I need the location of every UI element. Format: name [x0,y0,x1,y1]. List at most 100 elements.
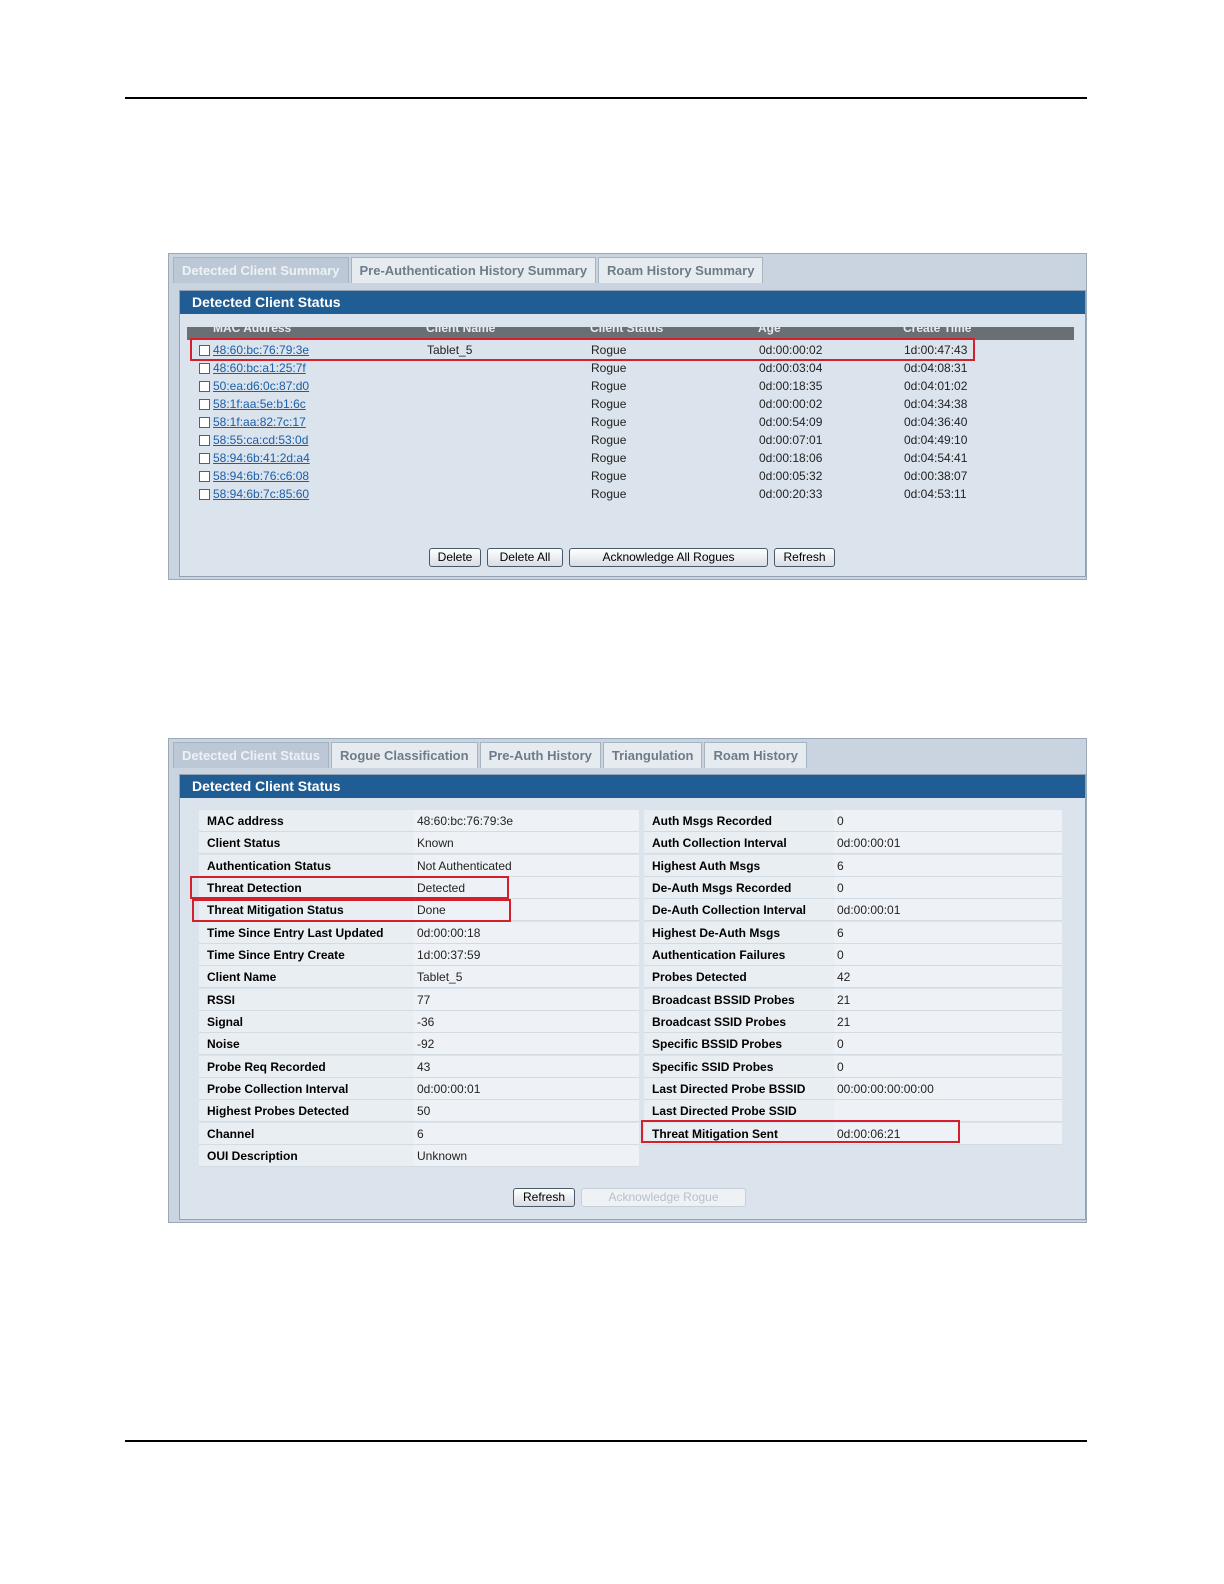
detail-row-specific-ssid-probes: Specific SSID Probes 0 [644,1056,1062,1078]
create-time-cell: 0d:04:36:40 [904,415,968,429]
detail-label: Broadcast SSID Probes [644,1011,834,1033]
detail-value: 6 [834,855,1062,877]
detail-value: 0 [834,1033,1062,1055]
detail-value [834,1100,1062,1122]
detail-row-time-since-entry-create: Time Since Entry Create 1d:00:37:59 [199,944,639,966]
row-checkbox[interactable] [199,453,210,464]
row-checkbox[interactable] [199,399,210,410]
detail-value: Not Authenticated [414,855,639,877]
detail-value: 50 [414,1100,639,1122]
detail-label: OUI Description [199,1145,414,1167]
create-time-cell: 0d:04:01:02 [904,379,968,393]
delete-all-button[interactable]: Delete All [487,548,563,567]
detail-label: Client Status [199,832,414,854]
tab-detected-client-summary[interactable]: Detected Client Summary [173,257,349,283]
detail-row-client-status: Client Status Known [199,832,639,854]
col-header-create-time: Create Time [903,327,972,335]
detail-label: Signal [199,1011,414,1033]
row-checkbox[interactable] [199,417,210,428]
col-header-mac: MAC Address [213,327,292,335]
detail-value: Known [414,832,639,854]
mac-link[interactable]: 58:55:ca:cd:53:0d [213,431,308,449]
tab-pre-authentication-history-summary[interactable]: Pre-Authentication History Summary [350,257,597,283]
highlight-first-row [190,338,975,361]
age-cell: 0d:00:05:32 [759,469,823,483]
detail-label: Broadcast BSSID Probes [644,989,834,1011]
tab-pre-auth-history[interactable]: Pre-Auth History [479,742,601,768]
acknowledge-all-rogues-button[interactable]: Acknowledge All Rogues [569,548,768,567]
tab-roam-history[interactable]: Roam History [704,742,808,768]
tab-roam-history-summary[interactable]: Roam History Summary [598,257,764,283]
detail-value: 0 [834,810,1062,832]
table-row: 58:55:ca:cd:53:0d Rogue 0d:00:07:01 0d:0… [180,431,1085,449]
detail-row-mac-address: MAC address 48:60:bc:76:79:3e [199,810,639,832]
refresh-button[interactable]: Refresh [513,1188,575,1207]
tab-triangulation[interactable]: Triangulation [602,742,703,768]
detail-label: Authentication Status [199,855,414,877]
detail-row-highest-auth-msgs: Highest Auth Msgs 6 [644,855,1062,877]
client-status-cell: Rogue [591,397,627,411]
mac-link[interactable]: 58:94:6b:76:c6:08 [213,467,309,485]
table-row: 58:94:6b:7c:85:60 Rogue 0d:00:20:33 0d:0… [180,485,1085,503]
detail-row-specific-bssid-probes: Specific BSSID Probes 0 [644,1033,1062,1055]
summary-tab-bar: Detected Client Summary Pre-Authenticati… [173,257,765,283]
table-row: 48:60:bc:a1:25:7f Rogue 0d:00:03:04 0d:0… [180,359,1085,377]
detail-label: De-Auth Collection Interval [644,899,834,921]
detail-label: Probe Req Recorded [199,1056,414,1078]
row-checkbox[interactable] [199,435,210,446]
create-time-cell: 0d:04:08:31 [904,361,968,375]
highlight-threat-mitigation-sent [641,1120,960,1143]
detail-label: Time Since Entry Create [199,944,414,966]
age-cell: 0d:00:20:33 [759,487,823,501]
mac-link[interactable]: 58:1f:aa:5e:b1:6c [213,395,306,413]
client-status-cell: Rogue [591,361,627,375]
detail-content: Detected Client Status MAC address 48:60:… [179,774,1086,1220]
mac-link[interactable]: 58:94:6b:41:2d:a4 [213,449,310,467]
detail-label: Probe Collection Interval [199,1078,414,1100]
detected-client-status-screenshot: Detected Client Status Rogue Classificat… [168,738,1087,1223]
detail-label: Last Directed Probe BSSID [644,1078,834,1100]
detail-label: RSSI [199,989,414,1011]
delete-button[interactable]: Delete [429,548,481,567]
detail-value: 0 [834,944,1062,966]
detected-client-summary-screenshot: Detected Client Summary Pre-Authenticati… [168,253,1087,580]
detail-value: -92 [414,1033,639,1055]
create-time-cell: 0d:04:49:10 [904,433,968,447]
refresh-button[interactable]: Refresh [774,548,835,567]
detail-value: 0d:00:00:01 [834,899,1062,921]
create-time-cell: 0d:00:38:07 [904,469,968,483]
detail-label: Highest Probes Detected [199,1100,414,1122]
client-status-cell: Rogue [591,469,627,483]
create-time-cell: 0d:04:53:11 [904,487,967,501]
detail-label: Specific BSSID Probes [644,1033,834,1055]
tab-detected-client-status[interactable]: Detected Client Status [173,742,329,768]
table-row: 58:1f:aa:5e:b1:6c Rogue 0d:00:00:02 0d:0… [180,395,1085,413]
col-header-client-status: Client Status [590,327,664,335]
row-checkbox[interactable] [199,381,210,392]
detail-value: 0 [834,1056,1062,1078]
detail-section-title: Detected Client Status [180,775,1085,798]
detail-row-authentication-status: Authentication Status Not Authenticated [199,855,639,877]
detail-value: 6 [414,1123,639,1145]
col-header-age: Age [758,327,781,335]
mac-link[interactable]: 58:1f:aa:82:7c:17 [213,413,306,431]
detail-value: 6 [834,922,1062,944]
acknowledge-rogue-button[interactable]: Acknowledge Rogue [581,1188,746,1207]
row-checkbox[interactable] [199,363,210,374]
highlight-threat-detection [190,876,509,899]
detail-row-probe-req-recorded: Probe Req Recorded 43 [199,1056,639,1078]
mac-link[interactable]: 58:94:6b:7c:85:60 [213,485,309,503]
detail-row-authentication-failures: Authentication Failures 0 [644,944,1062,966]
tab-rogue-classification[interactable]: Rogue Classification [330,742,478,768]
row-checkbox[interactable] [199,471,210,482]
page-bottom-rule [125,1440,1087,1442]
mac-link[interactable]: 50:ea:d6:0c:87:d0 [213,377,309,395]
table-row: 58:1f:aa:82:7c:17 Rogue 0d:00:54:09 0d:0… [180,413,1085,431]
row-checkbox[interactable] [199,489,210,500]
highlight-threat-mitigation-status [192,899,511,922]
mac-link[interactable]: 48:60:bc:a1:25:7f [213,359,306,377]
detail-label: MAC address [199,810,414,832]
client-status-cell: Rogue [591,433,627,447]
detail-label: Auth Collection Interval [644,832,834,854]
detail-value: 42 [834,966,1062,988]
